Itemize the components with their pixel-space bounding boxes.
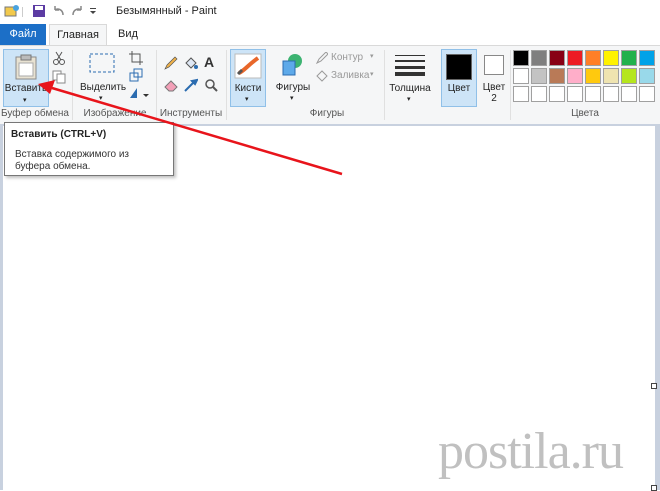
annotation-arrow [38,80,343,176]
